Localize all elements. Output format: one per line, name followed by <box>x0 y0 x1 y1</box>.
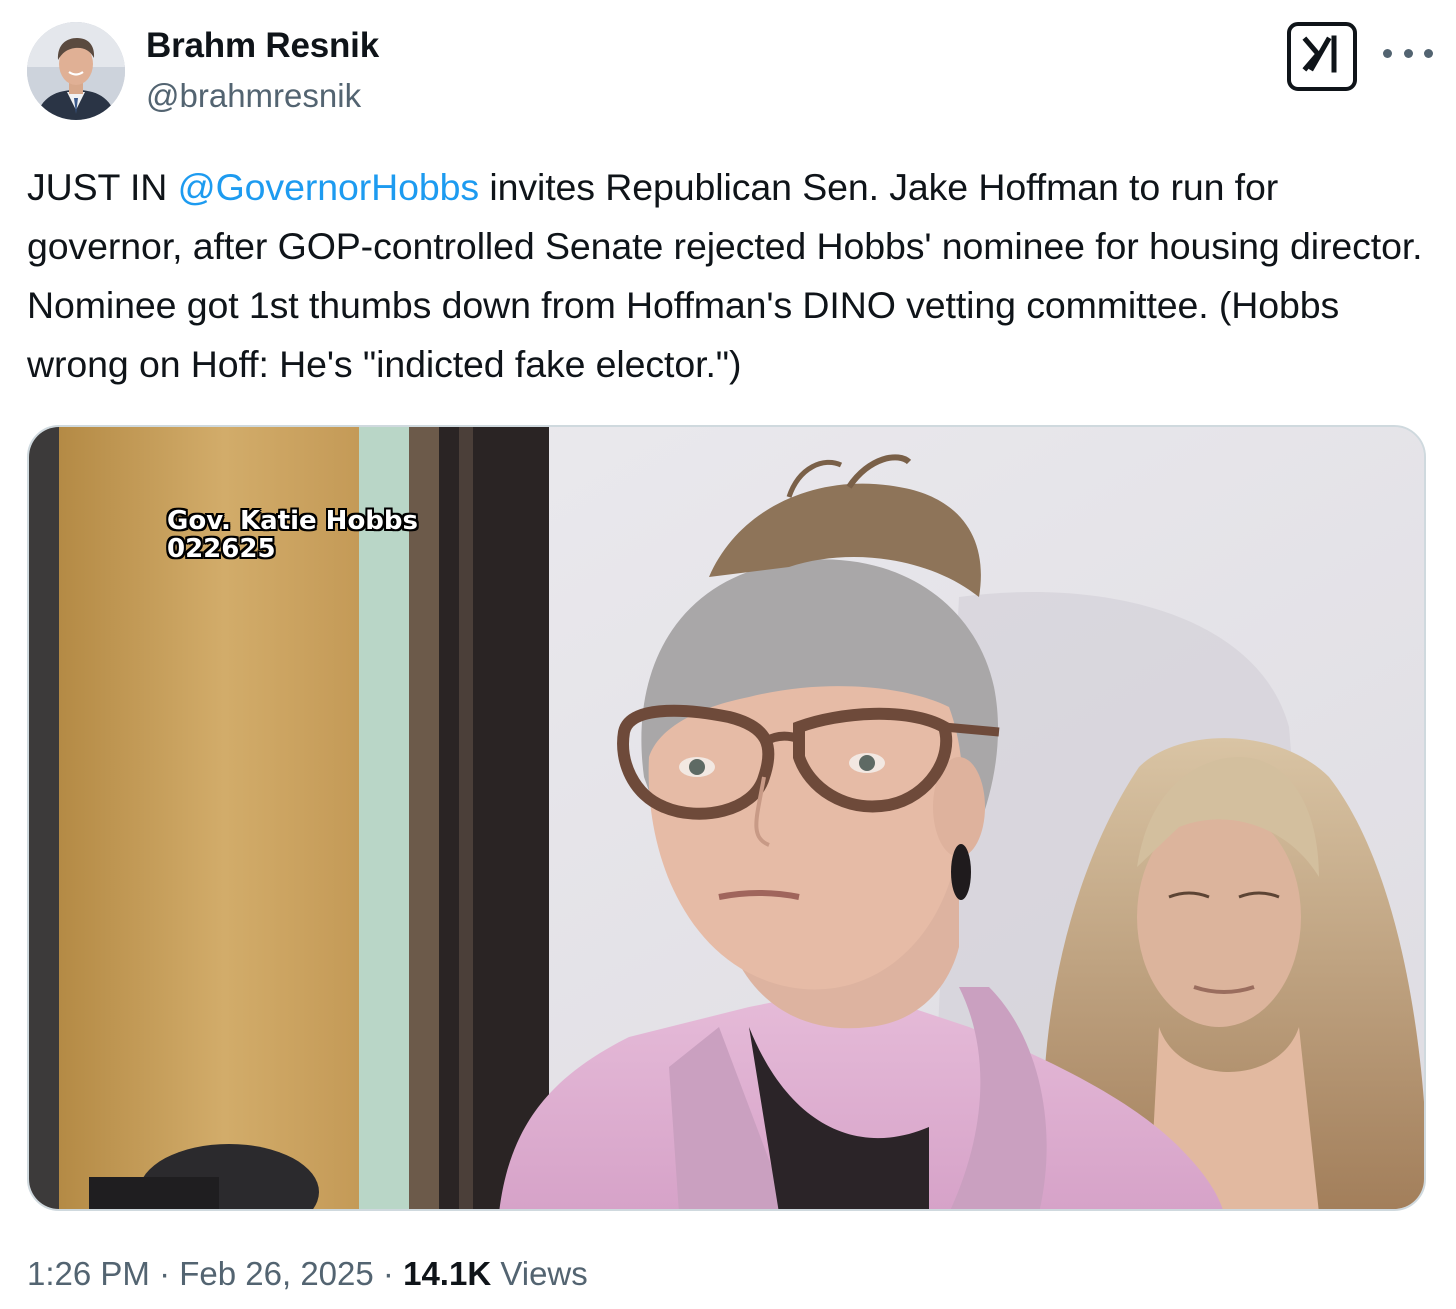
grok-icon <box>1300 32 1344 81</box>
tweet-date[interactable]: Feb 26, 2025 <box>179 1255 374 1292</box>
meta-separator: · <box>159 1255 171 1292</box>
mention-link[interactable]: @GovernorHobbs <box>178 166 479 208</box>
author-handle[interactable]: @brahmresnik <box>146 77 361 115</box>
tweet-text: JUST IN @GovernorHobbs invites Republica… <box>27 158 1432 394</box>
author-avatar[interactable] <box>27 22 125 120</box>
tweet-text-lead: JUST IN <box>27 166 178 208</box>
tweet-meta: 1:26 PM · Feb 26, 2025 · 14.1K Views <box>27 1255 588 1293</box>
meta-separator: · <box>382 1255 394 1292</box>
views-label: Views <box>500 1255 588 1292</box>
tweet-media-image[interactable]: Gov. Katie Hobbs 022625 <box>27 425 1426 1211</box>
author-display-name[interactable]: Brahm Resnik <box>146 26 379 66</box>
more-horizontal-icon <box>1383 48 1392 58</box>
more-options-button[interactable] <box>1383 38 1433 68</box>
media-caption-date: 022625 <box>167 534 276 564</box>
media-caption: Gov. Katie Hobbs 022625 <box>167 507 418 563</box>
tweet-time[interactable]: 1:26 PM <box>27 1255 150 1292</box>
views-count: 14.1K <box>403 1255 492 1292</box>
media-caption-name: Gov. Katie Hobbs <box>167 506 418 536</box>
grok-button[interactable] <box>1287 22 1357 91</box>
